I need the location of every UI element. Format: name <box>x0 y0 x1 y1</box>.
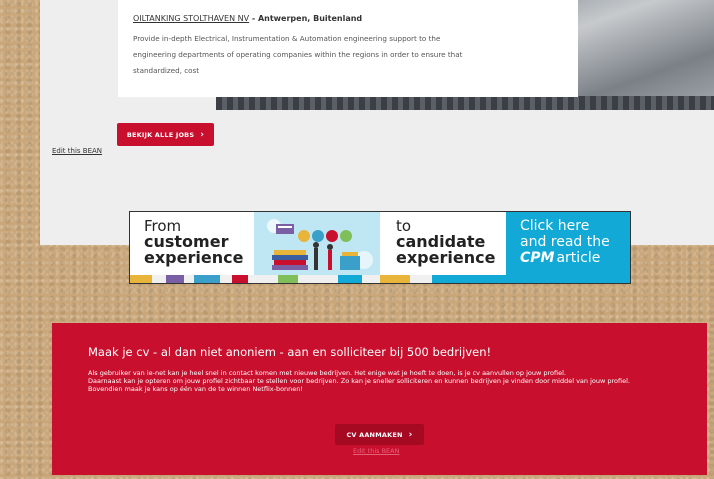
banner-cta-article-line: CPM article <box>520 250 600 266</box>
banner-stripe <box>362 275 380 283</box>
banner-illustration <box>254 212 380 277</box>
job-location: - Antwerpen, Buitenland <box>249 14 363 23</box>
job-title-line: OILTANKING STOLTHAVEN NV - Antwerpen, Bu… <box>133 14 362 23</box>
banner-stripe <box>166 275 184 283</box>
edit-bean-link-cv[interactable]: Edit this BEAN <box>353 447 399 455</box>
cpm-logo-icon: CPM <box>520 250 555 266</box>
banner-stripe <box>194 275 220 283</box>
cv-section-title: Maak je cv - al dan niet anoniem - aan e… <box>88 345 492 359</box>
cv-paragraph-2: Daarnaast kan je opteren om jouw profiel… <box>88 377 630 385</box>
banner-stripe <box>130 275 152 283</box>
banner-cta-article: article <box>556 250 601 266</box>
banner-middle-text: to candidate experience <box>396 218 495 266</box>
recruitment-illustration-icon <box>254 212 380 277</box>
create-cv-section: Maak je cv - al dan niet anoniem - aan e… <box>52 323 707 475</box>
chevron-right-icon: › <box>200 129 205 140</box>
banner-stripe <box>410 275 432 283</box>
banner-stripe <box>232 275 248 283</box>
company-link[interactable]: OILTANKING STOLTHAVEN NV <box>133 14 249 23</box>
banner-stripe <box>432 275 630 283</box>
banner-stripe <box>380 275 410 283</box>
page: OILTANKING STOLTHAVEN NV - Antwerpen, Bu… <box>0 0 714 479</box>
banner-stripe <box>152 275 166 283</box>
edit-bean-link[interactable]: Edit this BEAN <box>52 147 102 155</box>
banner-stripe <box>184 275 194 283</box>
chevron-right-icon: › <box>408 429 413 440</box>
banner-stripe <box>338 275 362 283</box>
job-description: Provide in-depth Electrical, Instrumenta… <box>133 34 463 75</box>
create-cv-label: CV AANMAKEN <box>346 430 403 439</box>
banner-left-text: From customer experience <box>144 218 243 266</box>
banner-stripe <box>248 275 278 283</box>
banner-stripe <box>298 275 338 283</box>
banner-stripe <box>220 275 232 283</box>
banner-stripe <box>278 275 298 283</box>
banner-cta-read: and read the <box>520 234 610 250</box>
banner-cta-click-here: Click here <box>520 218 590 234</box>
cv-paragraph-3: Bovendien maak je kans op één van de te … <box>88 385 304 393</box>
banner-experience-2: experience <box>396 248 496 267</box>
view-all-jobs-button[interactable]: BEKIJK ALLE JOBS › <box>117 123 214 146</box>
view-all-jobs-label: BEKIJK ALLE JOBS <box>126 130 195 139</box>
banner-color-stripes <box>130 275 630 283</box>
cpm-article-banner[interactable]: From customer experience to candidate ex… <box>129 211 631 284</box>
banner-experience-1: experience <box>144 248 244 267</box>
cv-section-body: Als gebruiker van ie-net kan je heel sne… <box>88 369 688 393</box>
cv-paragraph-1: Als gebruiker van ie-net kan je heel sne… <box>88 369 566 377</box>
banner-cta[interactable]: Click here and read the CPM article <box>506 212 630 277</box>
job-card[interactable]: OILTANKING STOLTHAVEN NV - Antwerpen, Bu… <box>118 0 578 97</box>
create-cv-button[interactable]: CV AANMAKEN › <box>335 424 424 445</box>
